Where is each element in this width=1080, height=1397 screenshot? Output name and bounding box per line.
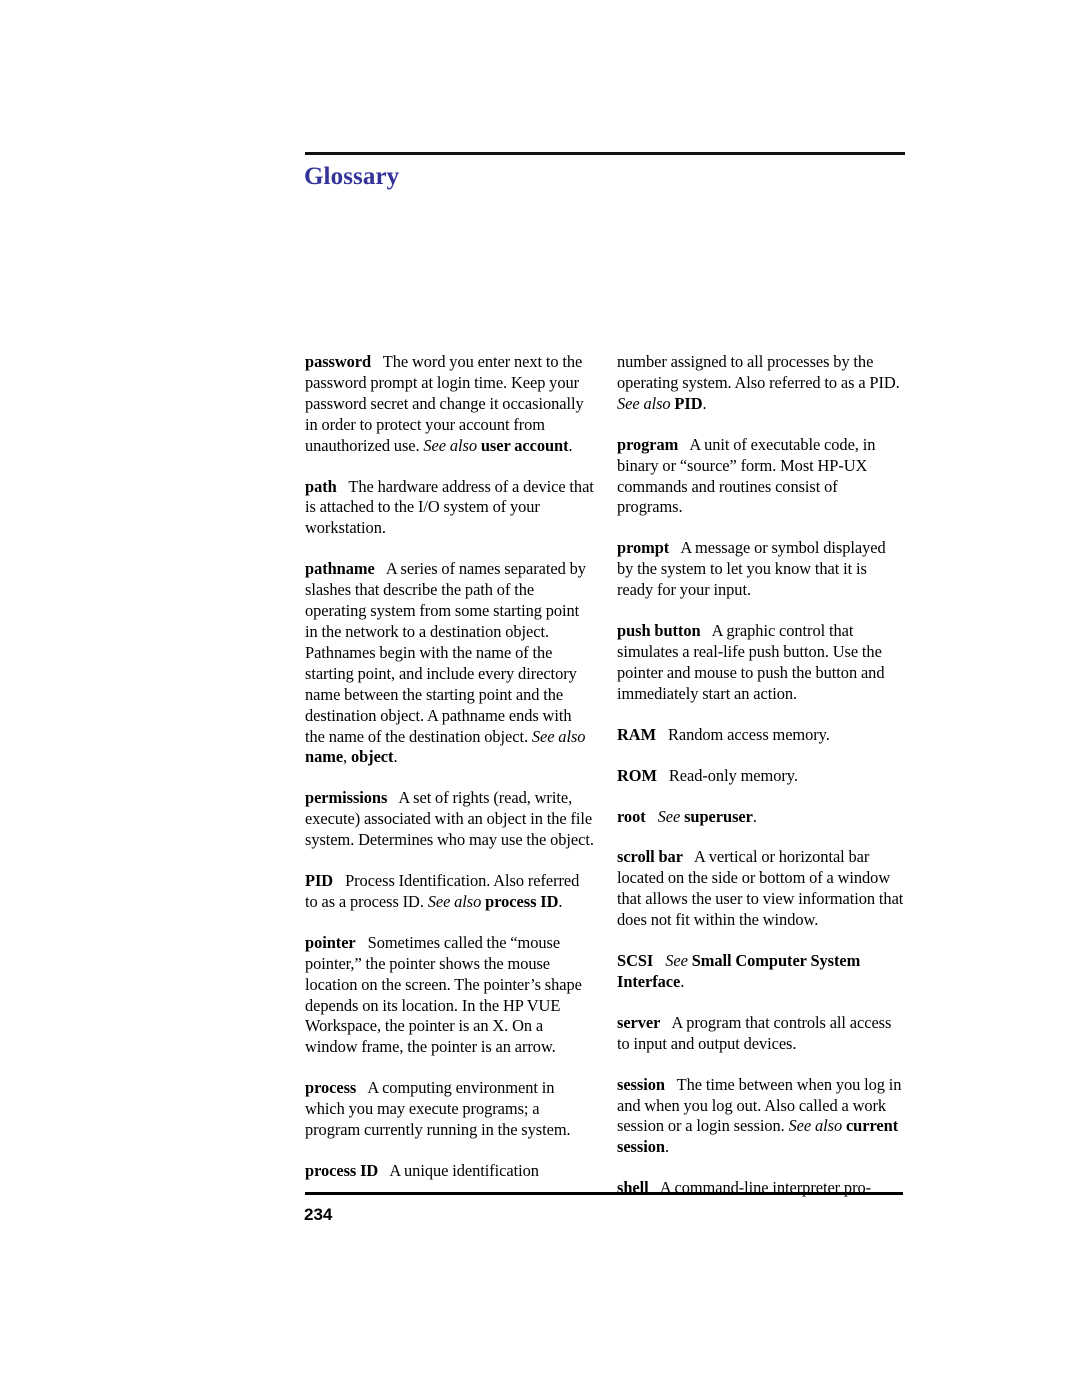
glossary-term: password bbox=[305, 352, 372, 371]
glossary-entry: session The time between when you log in… bbox=[617, 1075, 905, 1159]
glossary-entry: root See superuser. bbox=[617, 807, 905, 828]
glossary-term: PID bbox=[305, 871, 334, 891]
glossary-term: program bbox=[617, 434, 679, 454]
glossary-entry: shell A command-line interpreter pro- bbox=[617, 1178, 905, 1199]
glossary-entry: permissions A set of rights (read, write… bbox=[305, 788, 595, 851]
entry-punctuation: , bbox=[343, 747, 351, 767]
see-also-label: See also bbox=[788, 1116, 843, 1136]
cross-reference: Small Computer System Interface bbox=[617, 951, 861, 991]
entry-punctuation: . bbox=[393, 747, 398, 767]
glossary-term: pointer bbox=[305, 932, 356, 952]
cross-reference: name bbox=[305, 747, 344, 767]
see-also-label: See bbox=[657, 806, 681, 826]
glossary-term: ROM bbox=[617, 765, 657, 785]
glossary-term: RAM bbox=[617, 724, 656, 744]
glossary-page: Glossary password The word you enter nex… bbox=[0, 0, 1080, 1397]
glossary-term: process ID bbox=[305, 1161, 379, 1180]
entry-punctuation: . bbox=[702, 393, 707, 413]
page-title: Glossary bbox=[304, 163, 400, 190]
glossary-entry: SCSI See Small Computer System Interface… bbox=[617, 951, 905, 993]
cross-reference: PID bbox=[670, 393, 703, 413]
header-rule bbox=[305, 152, 905, 155]
see-also-label: See also bbox=[617, 393, 671, 413]
entry-punctuation: . bbox=[568, 435, 573, 455]
glossary-term: server bbox=[617, 1012, 661, 1032]
see-also-label: See also bbox=[531, 726, 586, 746]
glossary-columns: password The word you enter next to the … bbox=[305, 352, 905, 1197]
glossary-column-right: number assigned to all processes by the … bbox=[617, 352, 905, 1199]
see-also-label: See bbox=[665, 951, 688, 971]
glossary-entry: pathname A series of names separated by … bbox=[305, 559, 595, 768]
glossary-term: scroll bar bbox=[617, 847, 683, 867]
glossary-entry: password The word you enter next to the … bbox=[305, 352, 595, 457]
see-also-label: See also bbox=[427, 891, 482, 911]
footer-rule bbox=[305, 1192, 903, 1195]
glossary-definition: Random access memory. bbox=[668, 724, 830, 744]
glossary-term: permissions bbox=[305, 788, 388, 808]
glossary-entry: server A program that controls all acces… bbox=[617, 1013, 905, 1055]
glossary-entry: pointer Sometimes called the “mouse poin… bbox=[305, 933, 595, 1058]
entry-punctuation: . bbox=[664, 1137, 669, 1157]
glossary-entry: path The hardware address of a device th… bbox=[305, 477, 595, 540]
glossary-entry: number assigned to all processes by the … bbox=[617, 352, 905, 415]
see-also-label: See also bbox=[423, 435, 477, 455]
glossary-column-left: password The word you enter next to the … bbox=[305, 352, 595, 1182]
cross-reference: process ID bbox=[481, 891, 559, 911]
glossary-term: pathname bbox=[305, 559, 375, 579]
glossary-definition: A series of names separated by slashes t… bbox=[305, 559, 586, 746]
glossary-definition: Read-only memory. bbox=[668, 765, 798, 785]
glossary-term: path bbox=[305, 476, 337, 496]
entry-punctuation: . bbox=[558, 891, 563, 911]
glossary-definition: A unique identification bbox=[389, 1161, 539, 1180]
glossary-entry: PID Process Identification. Also referre… bbox=[305, 871, 595, 913]
cross-reference: user account bbox=[476, 435, 569, 455]
cross-reference: superuser bbox=[680, 806, 753, 826]
page-number: 234 bbox=[304, 1205, 333, 1224]
glossary-entry: RAM Random access memory. bbox=[617, 725, 905, 746]
entry-punctuation: . bbox=[680, 971, 685, 991]
glossary-entry: prompt A message or symbol displayed by … bbox=[617, 538, 905, 601]
glossary-entry: process A computing environment in which… bbox=[305, 1078, 595, 1141]
glossary-term: prompt bbox=[617, 538, 670, 558]
glossary-term: SCSI bbox=[617, 951, 654, 971]
glossary-term: root bbox=[617, 806, 646, 826]
glossary-entry: ROM Read-only memory. bbox=[617, 766, 905, 787]
glossary-definition: number assigned to all processes by the … bbox=[617, 352, 900, 392]
cross-reference: object bbox=[350, 747, 394, 767]
glossary-definition: The hardware address of a device that is… bbox=[305, 476, 594, 538]
glossary-term: process bbox=[305, 1078, 357, 1098]
glossary-term: session bbox=[617, 1074, 665, 1094]
glossary-entry: program A unit of executable code, in bi… bbox=[617, 435, 905, 519]
glossary-entry: process ID A unique identification bbox=[305, 1161, 595, 1182]
glossary-entry: scroll bar A vertical or horizontal bar … bbox=[617, 847, 905, 931]
glossary-term: push button bbox=[617, 621, 701, 641]
glossary-entry: push button A graphic control that simul… bbox=[617, 621, 905, 705]
entry-punctuation: . bbox=[752, 806, 757, 826]
